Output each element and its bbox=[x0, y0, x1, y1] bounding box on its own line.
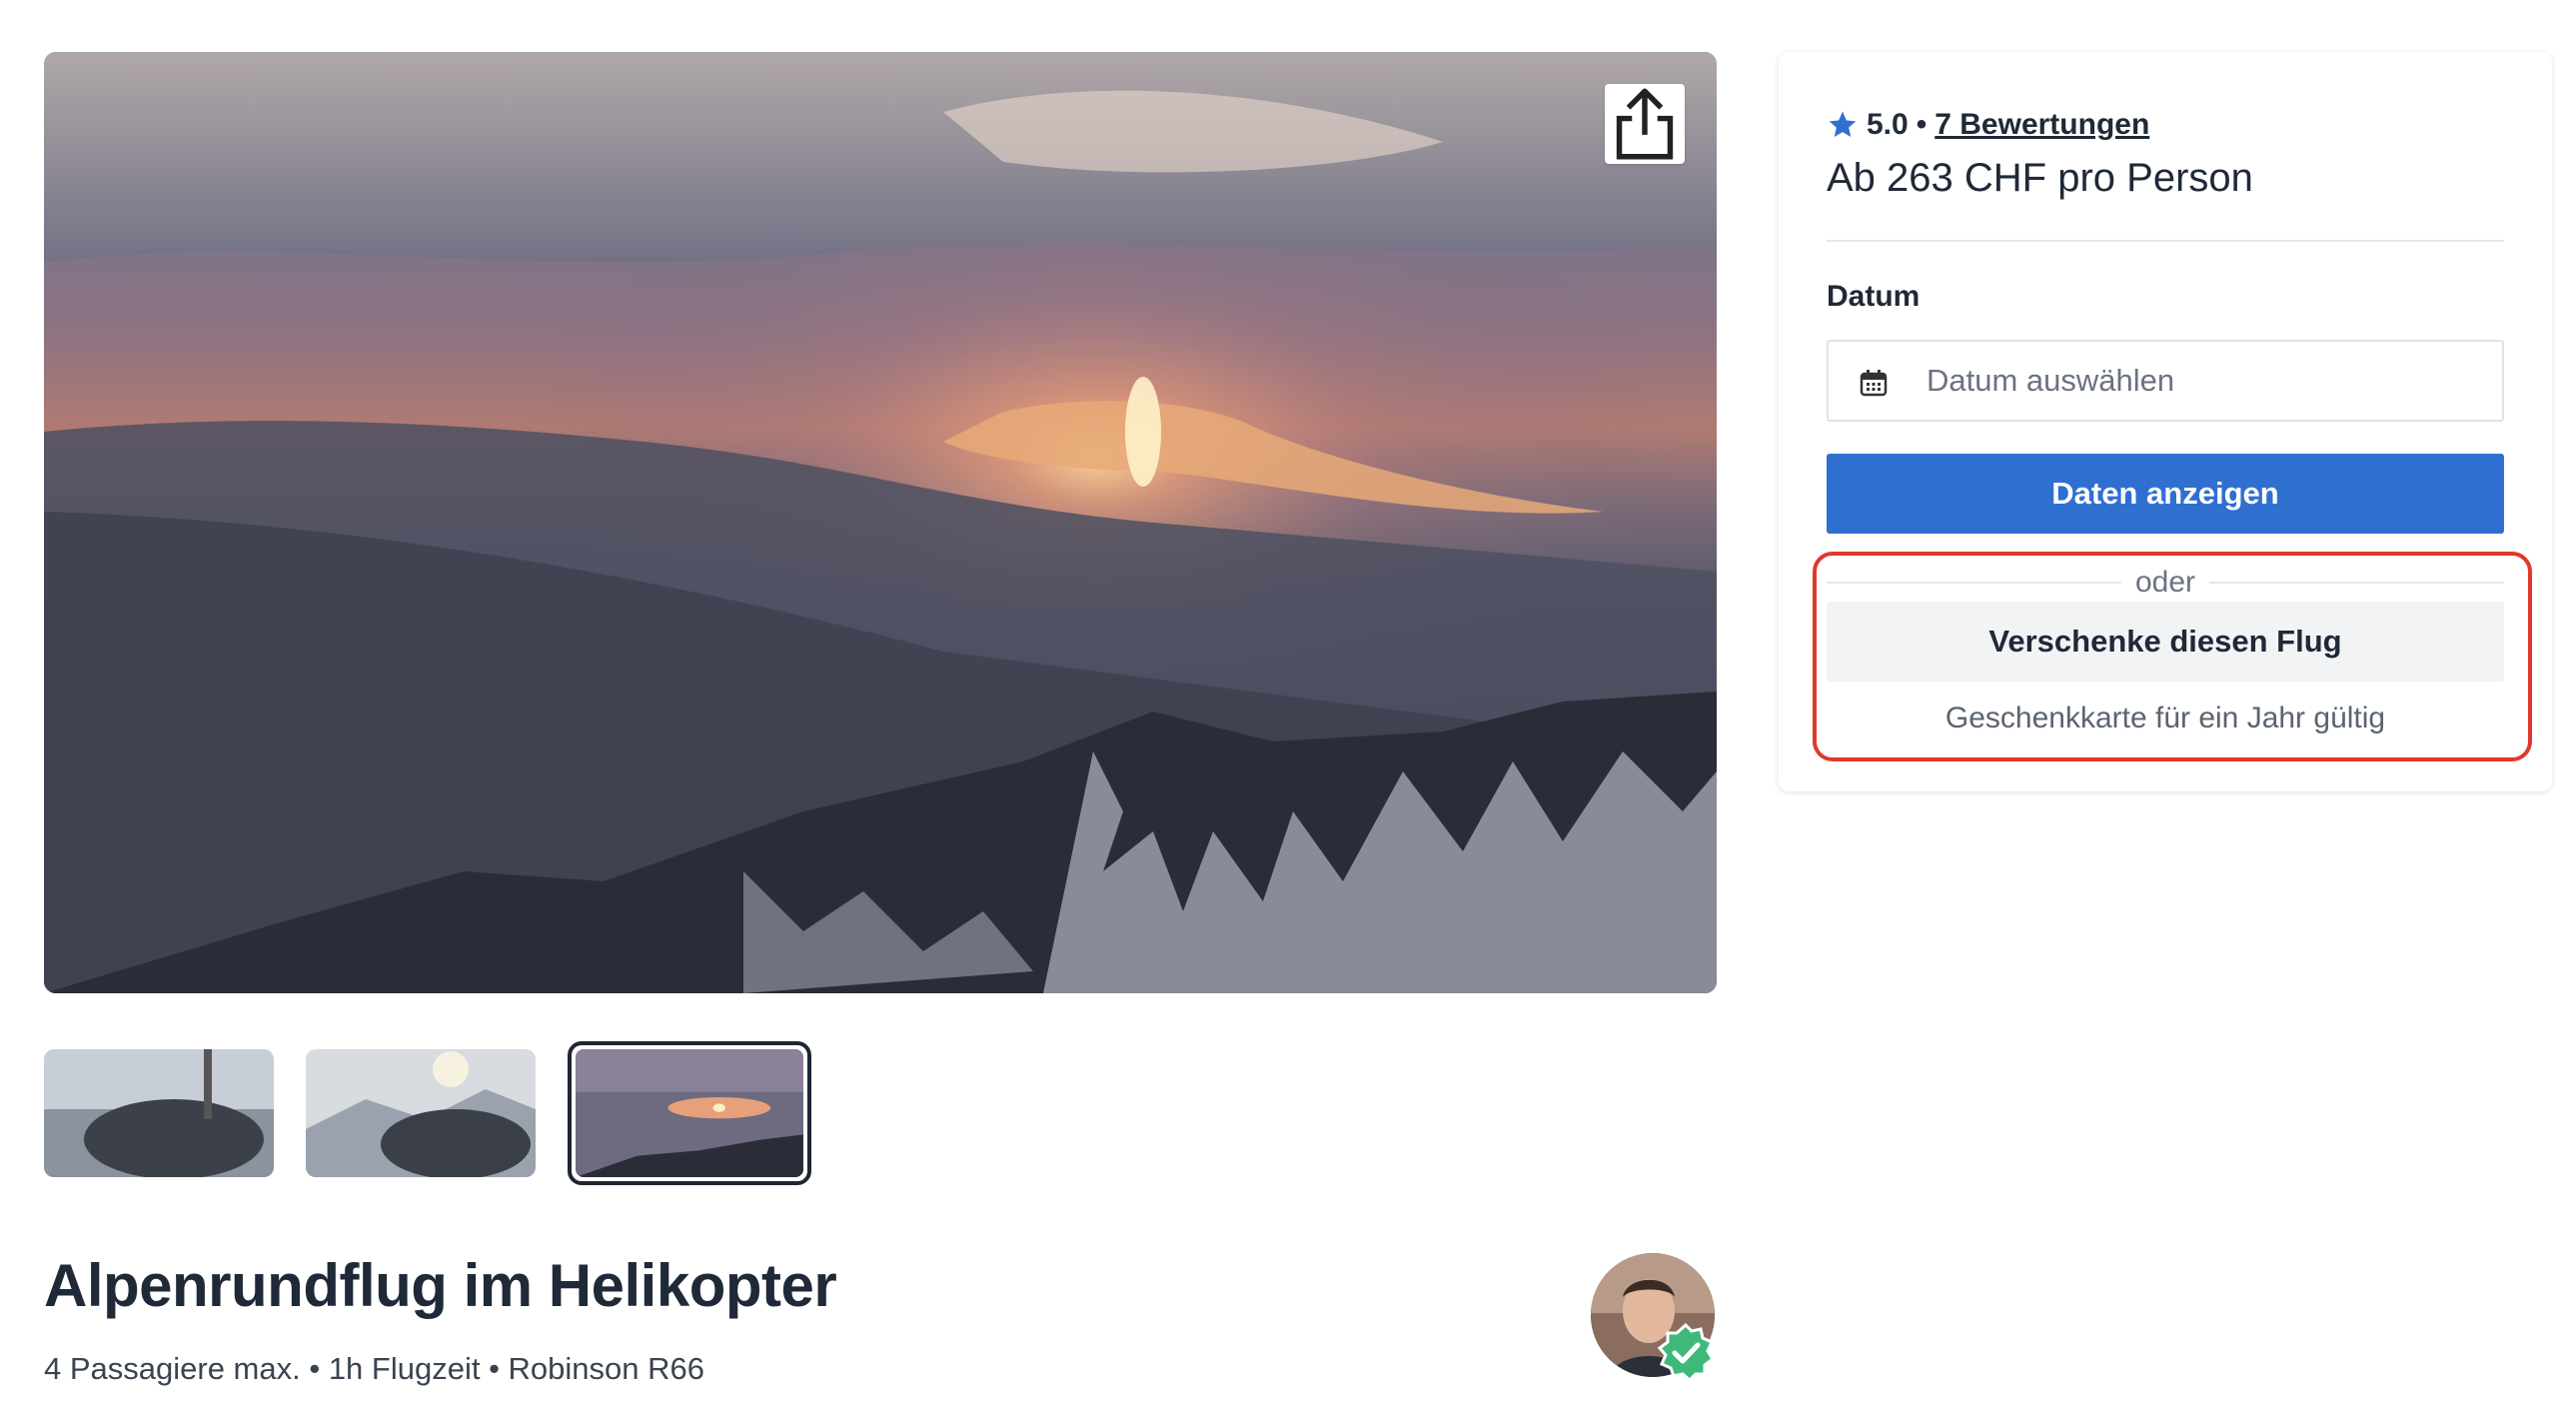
share-button[interactable] bbox=[1605, 84, 1685, 164]
calendar-icon bbox=[1860, 370, 1888, 397]
or-separator: oder bbox=[1827, 566, 2504, 600]
gift-card-note: Geschenkkarte für ein Jahr gültig bbox=[1944, 702, 2386, 734]
page-title: Alpenrundflug im Helikopter bbox=[44, 1252, 837, 1319]
date-picker-input[interactable]: Datum auswählen bbox=[1827, 340, 2504, 422]
reviews-link[interactable]: 7 Bewertungen bbox=[1934, 108, 2149, 142]
thumbnail-strip bbox=[44, 1041, 811, 1185]
divider bbox=[1827, 240, 2504, 242]
booking-card: 5.0 • 7 Bewertungen Ab 263 CHF pro Perso… bbox=[1779, 52, 2552, 791]
gift-flight-button[interactable]: Verschenke diesen Flug bbox=[1827, 602, 2504, 682]
rating-row: 5.0 • 7 Bewertungen bbox=[1827, 108, 2149, 142]
verified-badge-icon bbox=[1657, 1323, 1715, 1381]
listing-details: 4 Passagiere max. • 1h Flugzeit • Robins… bbox=[44, 1351, 704, 1386]
rating-separator: • bbox=[1916, 108, 1928, 141]
or-separator-text: oder bbox=[2120, 566, 2210, 600]
helicopter-view-image bbox=[44, 1049, 274, 1177]
main-photo bbox=[44, 52, 1717, 993]
sunset-landscape-image bbox=[576, 1049, 803, 1177]
date-placeholder: Datum auswählen bbox=[1927, 363, 2175, 398]
thumbnail-3[interactable] bbox=[568, 1041, 811, 1185]
rating-score: 5.0 bbox=[1867, 108, 1909, 141]
star-icon bbox=[1829, 111, 1857, 137]
sunset-landscape-image bbox=[44, 52, 1717, 993]
share-icon bbox=[1616, 88, 1674, 160]
date-label: Datum bbox=[1827, 280, 1921, 313]
show-dates-button[interactable]: Daten anzeigen bbox=[1827, 454, 2504, 534]
helicopter-view-image bbox=[306, 1049, 536, 1177]
price-label: Ab 263 CHF pro Person bbox=[1827, 156, 2253, 200]
thumbnail-1[interactable] bbox=[44, 1049, 274, 1177]
thumbnail-2[interactable] bbox=[306, 1049, 536, 1177]
